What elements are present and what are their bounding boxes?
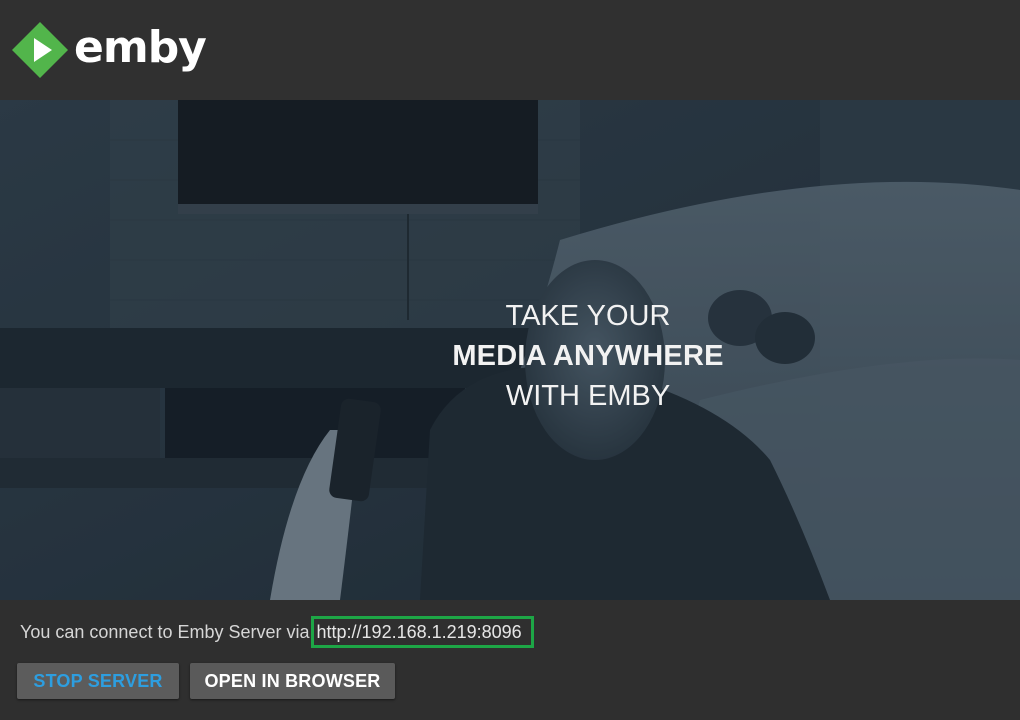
server-url-link[interactable]: http://192.168.1.219:8096 <box>310 616 534 648</box>
footer-panel: You can connect to Emby Server via http:… <box>0 600 1020 720</box>
tagline-line-1: TAKE YOUR <box>505 300 671 332</box>
hero-banner: TAKE YOUR MEDIA ANYWHERE WITH EMBY <box>0 100 1020 600</box>
connect-prefix-text: You can connect to Emby Server via <box>20 622 310 642</box>
logo-text: emby <box>74 22 207 73</box>
emby-play-diamond-icon <box>12 22 68 78</box>
tagline-line-3: WITH EMBY <box>505 380 671 412</box>
emby-logo: emby <box>10 18 210 82</box>
header-bar: emby <box>0 0 1020 100</box>
stop-server-button[interactable]: STOP SERVER <box>17 663 179 699</box>
hero-tagline: TAKE YOUR MEDIA ANYWHERE WITH EMBY <box>0 296 1020 416</box>
connect-info: You can connect to Emby Server via http:… <box>20 616 534 648</box>
open-in-browser-button[interactable]: OPEN IN BROWSER <box>190 663 395 699</box>
tagline-line-2: MEDIA ANYWHERE <box>452 340 724 372</box>
emby-server-window: emby TAKE YOUR MEDIA ANYWHERE WITH EMBY … <box>0 0 1020 720</box>
